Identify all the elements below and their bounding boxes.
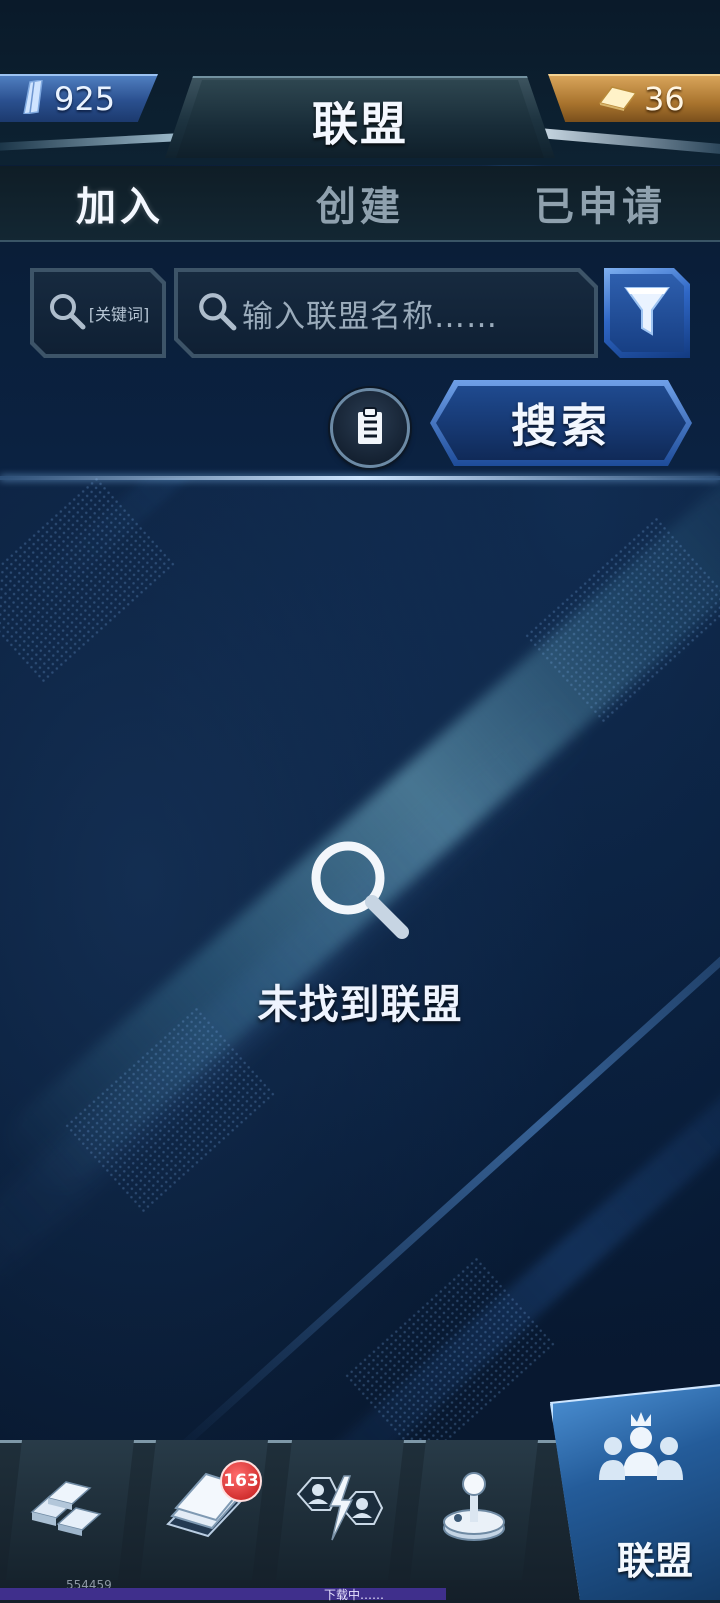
cards-badge: 163 [220,1460,262,1502]
divider [0,476,720,480]
clipboard-button[interactable] [330,388,410,468]
keyword-selector[interactable]: [关键词] [34,272,162,354]
gold-bar-icon [598,83,638,115]
filter-icon [624,284,670,342]
alliance-icon [593,1410,689,1498]
search-icon [196,290,238,336]
gold-amount: 36 [644,80,685,118]
crystal-icon [22,79,48,118]
download-status: 下载中…… [0,1586,720,1603]
empty-message: 未找到联盟 [257,982,463,1028]
nav-joystick[interactable] [410,1440,538,1580]
resources-icon [28,1476,112,1544]
nav-resources[interactable] [6,1440,134,1580]
alliance-name-input[interactable]: 输入联盟名称…… [178,272,594,354]
joystick-icon [434,1468,514,1552]
crystal-currency[interactable]: 925 [0,74,158,122]
nav-battle[interactable] [276,1440,404,1580]
filter-button-face[interactable] [610,274,684,352]
battle-icon [292,1472,388,1548]
tab-bar: 加入 创建 已申请 [0,166,720,242]
tab-applied[interactable]: 已申请 [480,166,720,240]
keyword-label: [关键词] [88,305,150,324]
search-button[interactable]: 搜索 [436,386,686,460]
crystal-amount: 925 [54,80,116,118]
nav-alliance-label: 联盟 [616,1539,693,1583]
alliance-name-placeholder: 输入联盟名称…… [242,298,498,335]
magnifier-icon [306,836,416,946]
search-icon [47,291,87,335]
gold-currency[interactable]: 36 [548,74,720,122]
clipboard-icon [354,406,386,450]
tab-create[interactable]: 创建 [240,166,480,240]
tab-join[interactable]: 加入 [0,166,240,240]
